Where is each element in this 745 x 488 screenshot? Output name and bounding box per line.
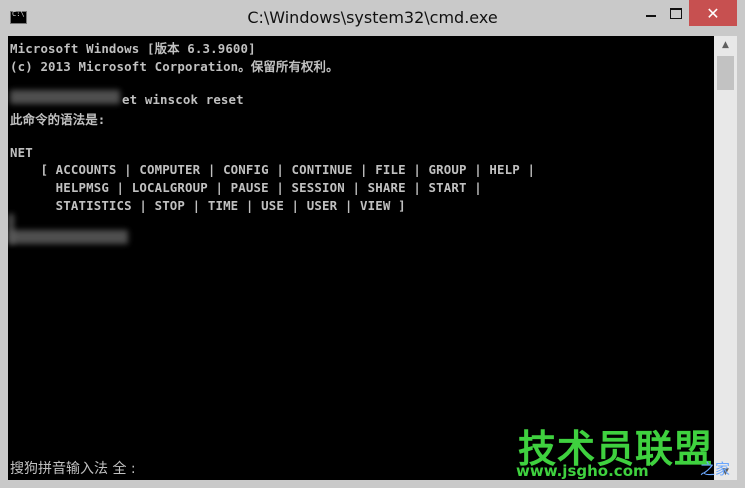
window-title: C:\Windows\system32\cmd.exe	[247, 8, 498, 27]
console-line-version: Microsoft Windows [版本 6.3.9600]	[10, 41, 256, 56]
console-line-syntax: 此命令的语法是:	[10, 112, 106, 127]
cmd-window: C:\ C:\Windows\system32\cmd.exe ✕ Micros…	[0, 0, 745, 488]
scroll-thumb[interactable]	[717, 56, 734, 90]
minimize-icon	[646, 15, 656, 17]
console-line-command: et winscok reset	[122, 92, 244, 107]
ime-status: 搜狗拼音输入法 全 :	[10, 461, 136, 477]
console-line-options-2: HELPMSG | LOCALGROUP | PAUSE | SESSION |…	[10, 180, 482, 195]
console-line-copyright: (c) 2013 Microsoft Corporation。保留所有权利。	[10, 59, 339, 74]
close-button[interactable]: ✕	[689, 0, 737, 26]
maximize-button[interactable]	[665, 0, 687, 26]
watermark-url: www.jsgho.com	[516, 462, 649, 480]
vertical-scrollbar[interactable]: ▲ ▼	[714, 36, 737, 480]
console-line-options-3: STATISTICS | STOP | TIME | USE | USER | …	[10, 198, 406, 213]
watermark-tail: 之家	[700, 460, 731, 478]
minimize-button[interactable]	[637, 0, 665, 26]
scroll-up-icon[interactable]: ▲	[714, 36, 737, 53]
console-area[interactable]: Microsoft Windows [版本 6.3.9600] (c) 2013…	[8, 36, 714, 480]
blurred-prompt-line	[10, 230, 128, 244]
close-icon: ✕	[706, 3, 720, 23]
console-line-net: NET	[10, 145, 33, 160]
title-bar[interactable]: C:\ C:\Windows\system32\cmd.exe ✕	[0, 0, 745, 36]
maximize-icon	[670, 7, 682, 19]
blurred-prompt-path	[10, 90, 120, 104]
site-watermark: 技术员联盟 www.jsgho.com 之家	[514, 418, 744, 486]
console-line-options-1: [ ACCOUNTS | COMPUTER | CONFIG | CONTINU…	[10, 162, 536, 177]
